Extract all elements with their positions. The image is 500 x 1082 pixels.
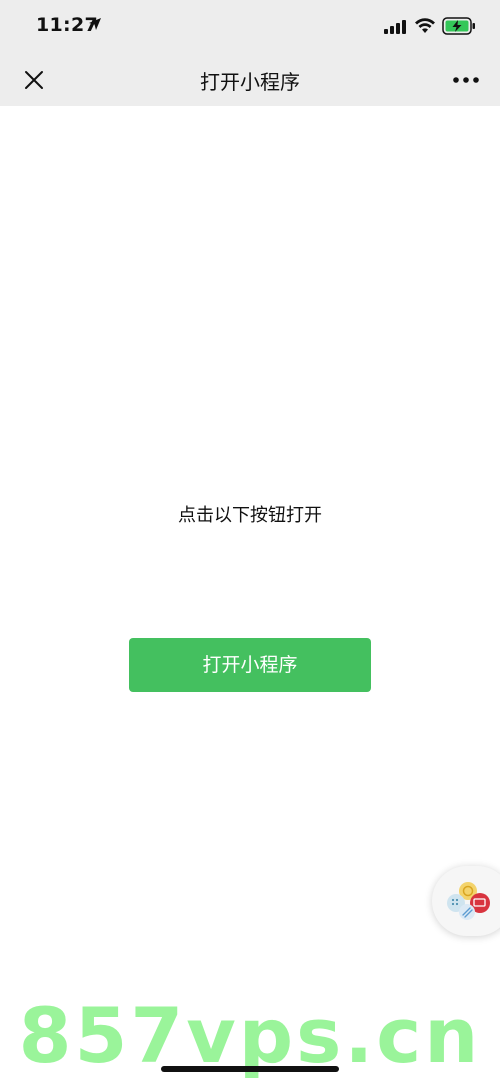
home-indicator (161, 1066, 339, 1072)
battery-charging-icon (442, 17, 475, 35)
floating-mini-program-widget[interactable] (432, 866, 500, 936)
wifi-icon (415, 18, 435, 33)
mini-program-bubble-icon (447, 882, 490, 920)
location-arrow-icon (89, 18, 101, 30)
screen: 11:27 打开小程序 点击以下按钮打开 打开小程序 857vps.cn (0, 0, 500, 1082)
cellular-signal-icon (384, 20, 406, 34)
prompt-text: 点击以下按钮打开 (178, 505, 322, 526)
more-dots-icon[interactable] (450, 68, 482, 92)
page-title: 打开小程序 (200, 70, 300, 94)
status-bar: 11:27 (0, 0, 500, 54)
nav-bar: 打开小程序 (0, 54, 500, 106)
watermark: 857vps.cn (18, 991, 482, 1080)
open-mini-program-button[interactable]: 打开小程序 (129, 638, 371, 692)
